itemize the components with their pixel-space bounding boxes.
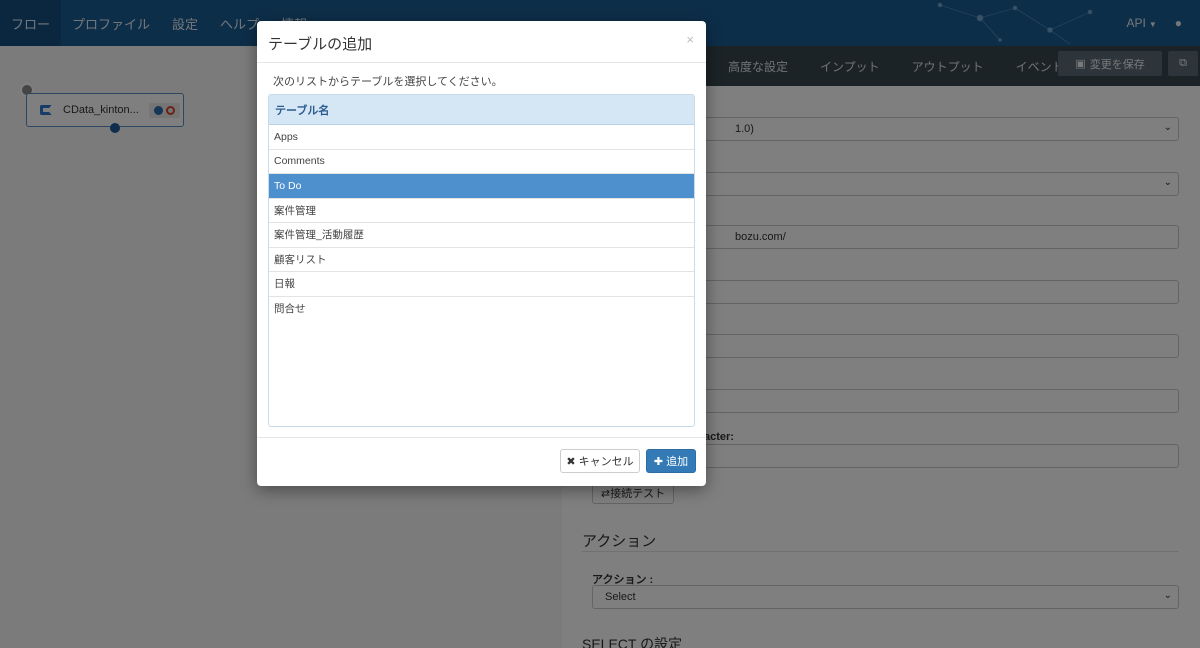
table-row[interactable]: 日報 [269, 272, 694, 297]
table-header: テーブル名 [269, 95, 694, 125]
table-row[interactable]: 案件管理 [269, 199, 694, 223]
dialog-header: テーブルの追加 × [257, 21, 706, 63]
dialog-instruction: 次のリストからテーブルを選択してください。 [273, 76, 503, 88]
cancel-label: キャンセル [578, 456, 634, 468]
table-list: テーブル名 Apps Comments To Do 案件管理 案件管理_活動履歴… [268, 94, 695, 427]
cancel-button[interactable]: ✖ キャンセル [560, 449, 640, 473]
close-icon[interactable]: × [686, 32, 694, 47]
plus-icon: ✚ [653, 455, 664, 468]
table-row-selected[interactable]: To Do [269, 174, 694, 199]
table-row[interactable]: 顧客リスト [269, 248, 694, 272]
table-row[interactable]: 問合せ [269, 297, 694, 322]
dialog-footer: ✖ キャンセル ✚ 追加 [257, 437, 706, 486]
table-row[interactable]: Comments [269, 150, 694, 174]
add-label: 追加 [666, 456, 689, 468]
close-x-icon: ✖ [566, 455, 576, 468]
add-table-dialog: テーブルの追加 × 次のリストからテーブルを選択してください。 テーブル名 Ap… [257, 21, 706, 486]
dialog-title: テーブルの追加 [268, 36, 373, 53]
table-row[interactable]: Apps [269, 125, 694, 150]
table-row[interactable]: 案件管理_活動履歴 [269, 223, 694, 248]
add-button[interactable]: ✚ 追加 [646, 449, 696, 473]
